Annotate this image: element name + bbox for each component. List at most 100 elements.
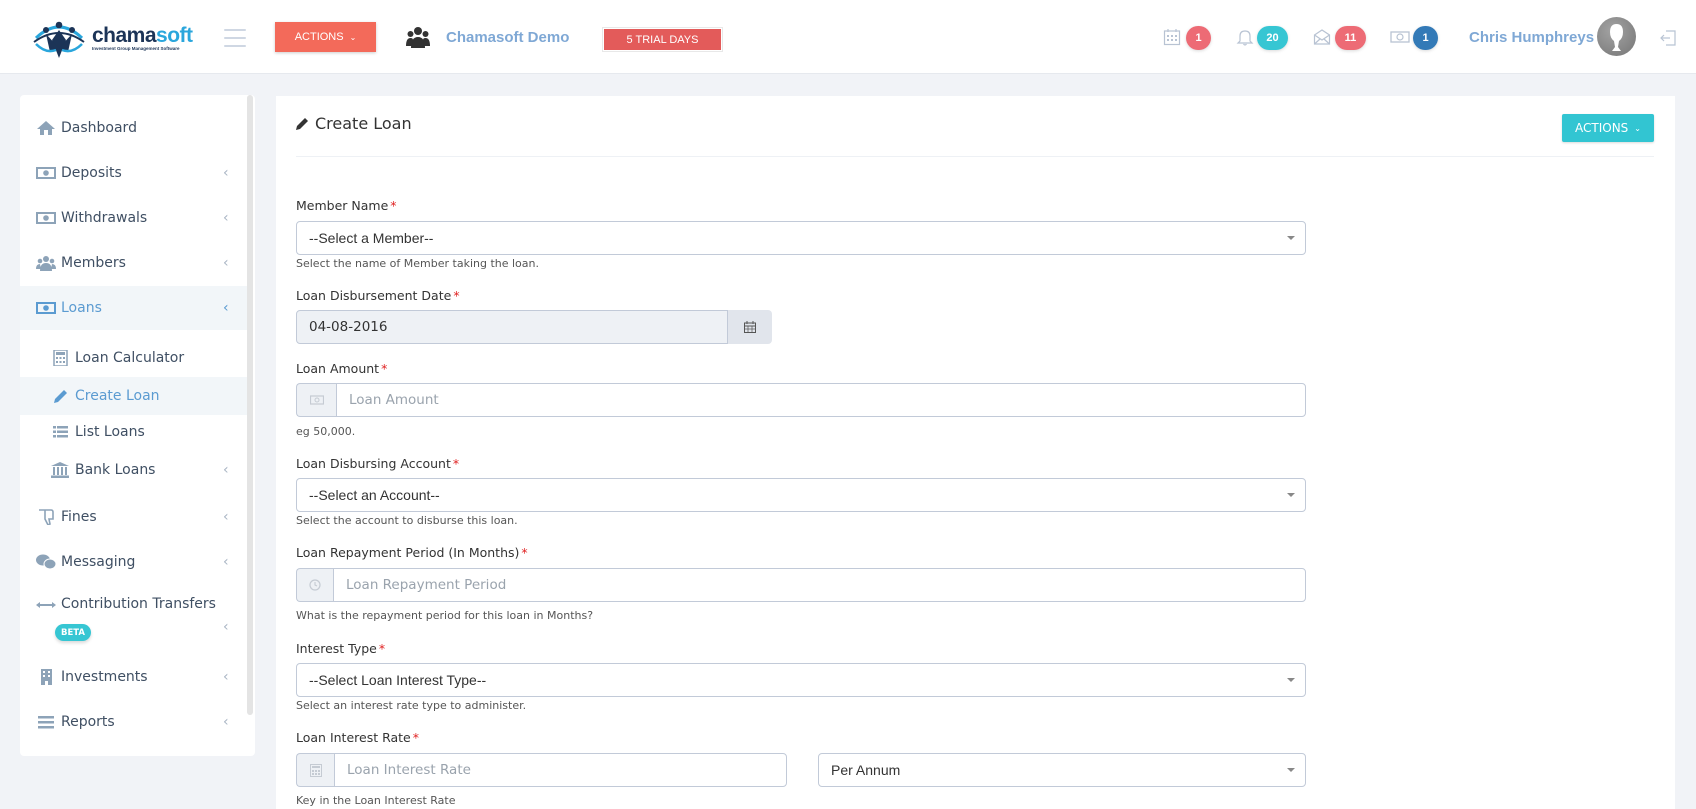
money-icon[interactable] (1390, 28, 1410, 46)
chevron-left-icon: ‹ (223, 300, 229, 316)
disbursing-account-value: --Select an Account-- (309, 487, 440, 503)
sidebar-scrollbar[interactable] (247, 95, 253, 715)
sidebar-subitem-bank-loans[interactable]: Bank Loans ‹ (20, 453, 247, 487)
users-icon (36, 256, 56, 271)
user-name[interactable]: Chris Humphreys (1469, 29, 1594, 46)
chevron-left-icon: ‹ (223, 210, 229, 226)
trial-days-badge[interactable]: 5 Trial Days (603, 28, 722, 51)
money-icon (36, 302, 56, 314)
sidebar-item-fines[interactable]: Fines ‹ (20, 502, 247, 532)
sidebar-item-withdrawals[interactable]: Withdrawals ‹ (20, 203, 247, 233)
sidebar-item-label: Reports (61, 714, 115, 730)
chevron-down-icon: ⌄ (1634, 123, 1641, 133)
sidebar-item-reports[interactable]: Reports ‹ (20, 707, 247, 737)
chevron-left-icon: ‹ (223, 669, 229, 685)
top-header: chamasoft Investment Group Management So… (0, 0, 1696, 74)
messages-count-badge[interactable]: 11 (1335, 26, 1366, 50)
calculator-icon (309, 763, 322, 777)
sidebar-subitem-list-loans[interactable]: List Loans (20, 415, 247, 449)
calendar-count-badge[interactable]: 1 (1186, 26, 1211, 50)
sidebar-item-label: Withdrawals (61, 210, 148, 226)
logo-mark-icon (33, 21, 85, 58)
sidebar-item-label: Loans (61, 300, 102, 316)
member-name-select[interactable]: --Select a Member-- (296, 221, 1306, 255)
menu-icon-bar (224, 45, 246, 47)
calculator-icon (53, 350, 68, 366)
logout-icon[interactable] (1658, 28, 1678, 48)
sidebar-item-label: Contribution Transfers (61, 596, 216, 612)
sidebar-subitem-loan-calculator[interactable]: Loan Calculator (20, 342, 247, 374)
thumbs-down-icon (39, 509, 54, 525)
caret-down-icon (1287, 768, 1295, 772)
sidebar-item-label: Loan Calculator (75, 350, 185, 366)
interest-rate-input[interactable] (334, 753, 787, 787)
list-icon (53, 426, 68, 438)
money-icon (309, 395, 324, 405)
sidebar-subitem-create-loan[interactable]: Create Loan (20, 377, 247, 415)
repayment-period-group (296, 568, 1306, 602)
sidebar-item-loans[interactable]: Loans ‹ (20, 286, 247, 330)
interest-rate-label: Loan Interest Rate * (296, 730, 420, 745)
chevron-left-icon: ‹ (223, 255, 229, 271)
disbursement-date-input[interactable] (296, 310, 728, 344)
sidebar-toggle-button[interactable] (224, 29, 246, 47)
chevron-down-icon: ⌄ (349, 32, 357, 42)
calendar-icon[interactable] (1163, 28, 1181, 46)
repayment-period-label: Loan Repayment Period (In Months) * (296, 545, 528, 560)
interest-rate-help: Key in the Loan Interest Rate (296, 794, 456, 807)
avatar[interactable] (1597, 17, 1636, 56)
chevron-left-icon: ‹ (223, 554, 229, 570)
create-loan-panel: Create Loan ACTIONS ⌄ Member Name * --Sel… (276, 96, 1675, 809)
sidebar-item-dashboard[interactable]: Dashboard (20, 113, 247, 143)
sidebar-item-messaging[interactable]: Messaging ‹ (20, 547, 247, 577)
title-divider (296, 156, 1654, 157)
users-icon (406, 27, 430, 48)
sidebar-item-members[interactable]: Members ‹ (20, 248, 247, 278)
interest-type-select[interactable]: --Select Loan Interest Type-- (296, 663, 1306, 697)
sidebar-item-investments[interactable]: Investments ‹ (20, 662, 247, 692)
panel-actions-label: ACTIONS (1575, 121, 1629, 135)
pencil-icon (296, 118, 308, 130)
clock-icon (309, 579, 321, 591)
logo[interactable]: chamasoft Investment Group Management So… (30, 18, 195, 58)
sidebar-item-label: Dashboard (61, 120, 137, 136)
home-icon (37, 121, 55, 135)
repayment-period-input[interactable] (333, 568, 1306, 602)
disbursement-date-group (296, 310, 772, 344)
sidebar-item-deposits[interactable]: Deposits ‹ (20, 158, 247, 188)
sidebar-item-label: Messaging (61, 554, 136, 570)
header-actions-button[interactable]: Actions ⌄ (275, 22, 376, 52)
sidebar-item-contribution-transfers[interactable]: Contribution Transfers ‹ (20, 591, 247, 651)
chevron-left-icon: ‹ (223, 619, 229, 635)
disbursing-account-select[interactable]: --Select an Account-- (296, 478, 1306, 512)
building-icon (41, 669, 52, 685)
date-picker-button[interactable] (728, 310, 772, 344)
loan-amount-help: eg 50,000. (296, 425, 356, 438)
bell-icon[interactable] (1236, 28, 1254, 46)
loan-amount-input[interactable] (336, 383, 1306, 417)
money-icon (36, 167, 56, 179)
caret-down-icon (1287, 493, 1295, 497)
arrows-horizontal-icon (36, 602, 56, 608)
disbursement-date-label: Loan Disbursement Date * (296, 288, 460, 303)
interest-type-help: Select an interest rate type to administ… (296, 699, 527, 712)
bars-icon (38, 716, 54, 729)
group-name-link[interactable]: Chamasoft Demo (446, 29, 569, 46)
interest-period-select[interactable]: Per Annum (818, 753, 1306, 787)
loan-amount-addon (296, 383, 336, 417)
disbursing-account-help: Select the account to disburse this loan… (296, 514, 518, 527)
sidebar-item-label: Investments (61, 669, 148, 685)
money-icon (36, 212, 56, 224)
loan-amount-group (296, 383, 1306, 417)
pencil-icon (54, 390, 67, 403)
payments-count-badge[interactable]: 1 (1413, 26, 1438, 50)
panel-actions-button[interactable]: ACTIONS ⌄ (1562, 114, 1654, 142)
user-silhouette-icon (1610, 24, 1623, 51)
sidebar-item-label: List Loans (75, 424, 145, 440)
member-name-label: Member Name * (296, 198, 397, 213)
notifications-count-badge[interactable]: 20 (1257, 26, 1288, 50)
menu-icon-bar (224, 37, 246, 39)
envelope-icon[interactable] (1313, 28, 1331, 46)
member-name-help: Select the name of Member taking the loa… (296, 257, 539, 270)
page-title: Create Loan (296, 114, 412, 133)
